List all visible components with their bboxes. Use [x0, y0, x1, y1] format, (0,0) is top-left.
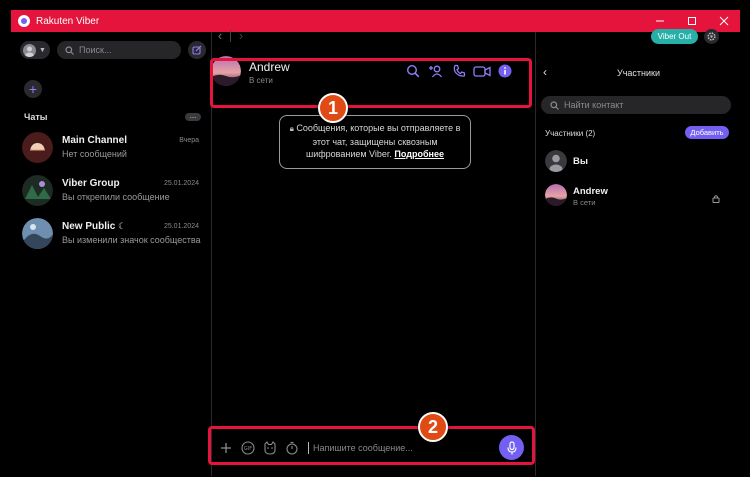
chats-more-button[interactable]: ...: [185, 112, 201, 121]
chat-avatar: [22, 218, 53, 249]
encryption-notice: 🔒︎ Сообщения, которые вы отправляете в э…: [279, 115, 471, 169]
chat-name: Viber Group: [62, 178, 120, 189]
lock-icon: [712, 190, 720, 208]
title-bar: Rakuten Viber: [11, 10, 740, 32]
chat-avatar: [22, 132, 53, 163]
member-status: В сети: [573, 198, 596, 207]
chat-list-item[interactable]: Viber Group Вы открепили сообщение 25.01…: [11, 170, 211, 210]
member-avatar: [545, 184, 567, 206]
members-panel-title: Участники: [617, 68, 660, 78]
chat-list-item[interactable]: New Public ☾ Вы изменили значок сообщест…: [11, 213, 211, 253]
member-item[interactable]: Andrew В сети: [537, 181, 740, 209]
chat-preview: Нет сообщений: [62, 149, 127, 159]
add-member-button[interactable]: Добавить: [685, 126, 729, 139]
chat-name: Main Channel: [62, 135, 128, 146]
profile-menu-button[interactable]: ▼: [20, 41, 50, 59]
viber-logo-icon: [18, 15, 30, 27]
chat-time: 25.01.2024: [163, 180, 199, 187]
members-count-label: Участники (2): [545, 129, 596, 138]
chat-time: 25.01.2024: [163, 223, 199, 230]
minimize-icon: [656, 20, 664, 22]
member-name: Andrew: [573, 186, 608, 197]
chat-avatar: [22, 175, 53, 206]
member-item[interactable]: Вы: [537, 147, 740, 175]
composer-highlight-frame: [208, 426, 535, 465]
contact-search-input[interactable]: [564, 100, 714, 110]
forward-arrow-icon[interactable]: ›: [231, 28, 251, 43]
gear-icon: [707, 32, 716, 41]
search-icon: [550, 100, 559, 110]
plus-icon: +: [28, 81, 38, 97]
chevron-down-icon: ▼: [39, 46, 46, 54]
header-highlight-frame: [210, 58, 532, 108]
user-avatar-icon: [23, 43, 36, 57]
members-panel: ‹ Участники Участники (2) Добавить Вы An…: [537, 58, 740, 476]
maximize-icon: [688, 17, 696, 25]
history-navigation: ‹ ›: [210, 28, 251, 43]
chat-name: New Public ☾: [62, 221, 127, 232]
chat-sidebar: ▼ + Чаты ... Main Channel Нет сообщений …: [11, 32, 211, 476]
annotation-badge-2: 2: [418, 412, 448, 442]
close-icon: [719, 16, 729, 26]
settings-button[interactable]: [704, 29, 719, 44]
chat-preview: Вы изменили значок сообщества: [62, 235, 201, 245]
panel-divider: [535, 32, 536, 476]
learn-more-link[interactable]: Подробнее: [394, 149, 444, 159]
community-icon: ☾: [118, 221, 127, 231]
chat-search-input[interactable]: [79, 45, 169, 55]
search-icon: [65, 45, 74, 55]
member-avatar: [545, 150, 567, 172]
window-title: Rakuten Viber: [36, 15, 100, 27]
back-arrow-icon[interactable]: ‹: [210, 28, 230, 43]
chat-search[interactable]: [57, 41, 181, 59]
annotation-badge-1: 1: [318, 93, 348, 123]
chat-preview: Вы открепили сообщение: [62, 192, 170, 202]
chat-time: Вчера: [179, 137, 199, 144]
chat-list-item[interactable]: Main Channel Нет сообщений Вчера: [11, 127, 211, 167]
chats-section-label: Чаты: [24, 112, 48, 122]
member-name: Вы: [573, 156, 588, 167]
viber-out-button[interactable]: Viber Out: [651, 29, 698, 44]
contact-search[interactable]: [541, 96, 731, 114]
lock-icon: 🔒︎: [289, 124, 294, 133]
create-button[interactable]: +: [24, 80, 42, 98]
